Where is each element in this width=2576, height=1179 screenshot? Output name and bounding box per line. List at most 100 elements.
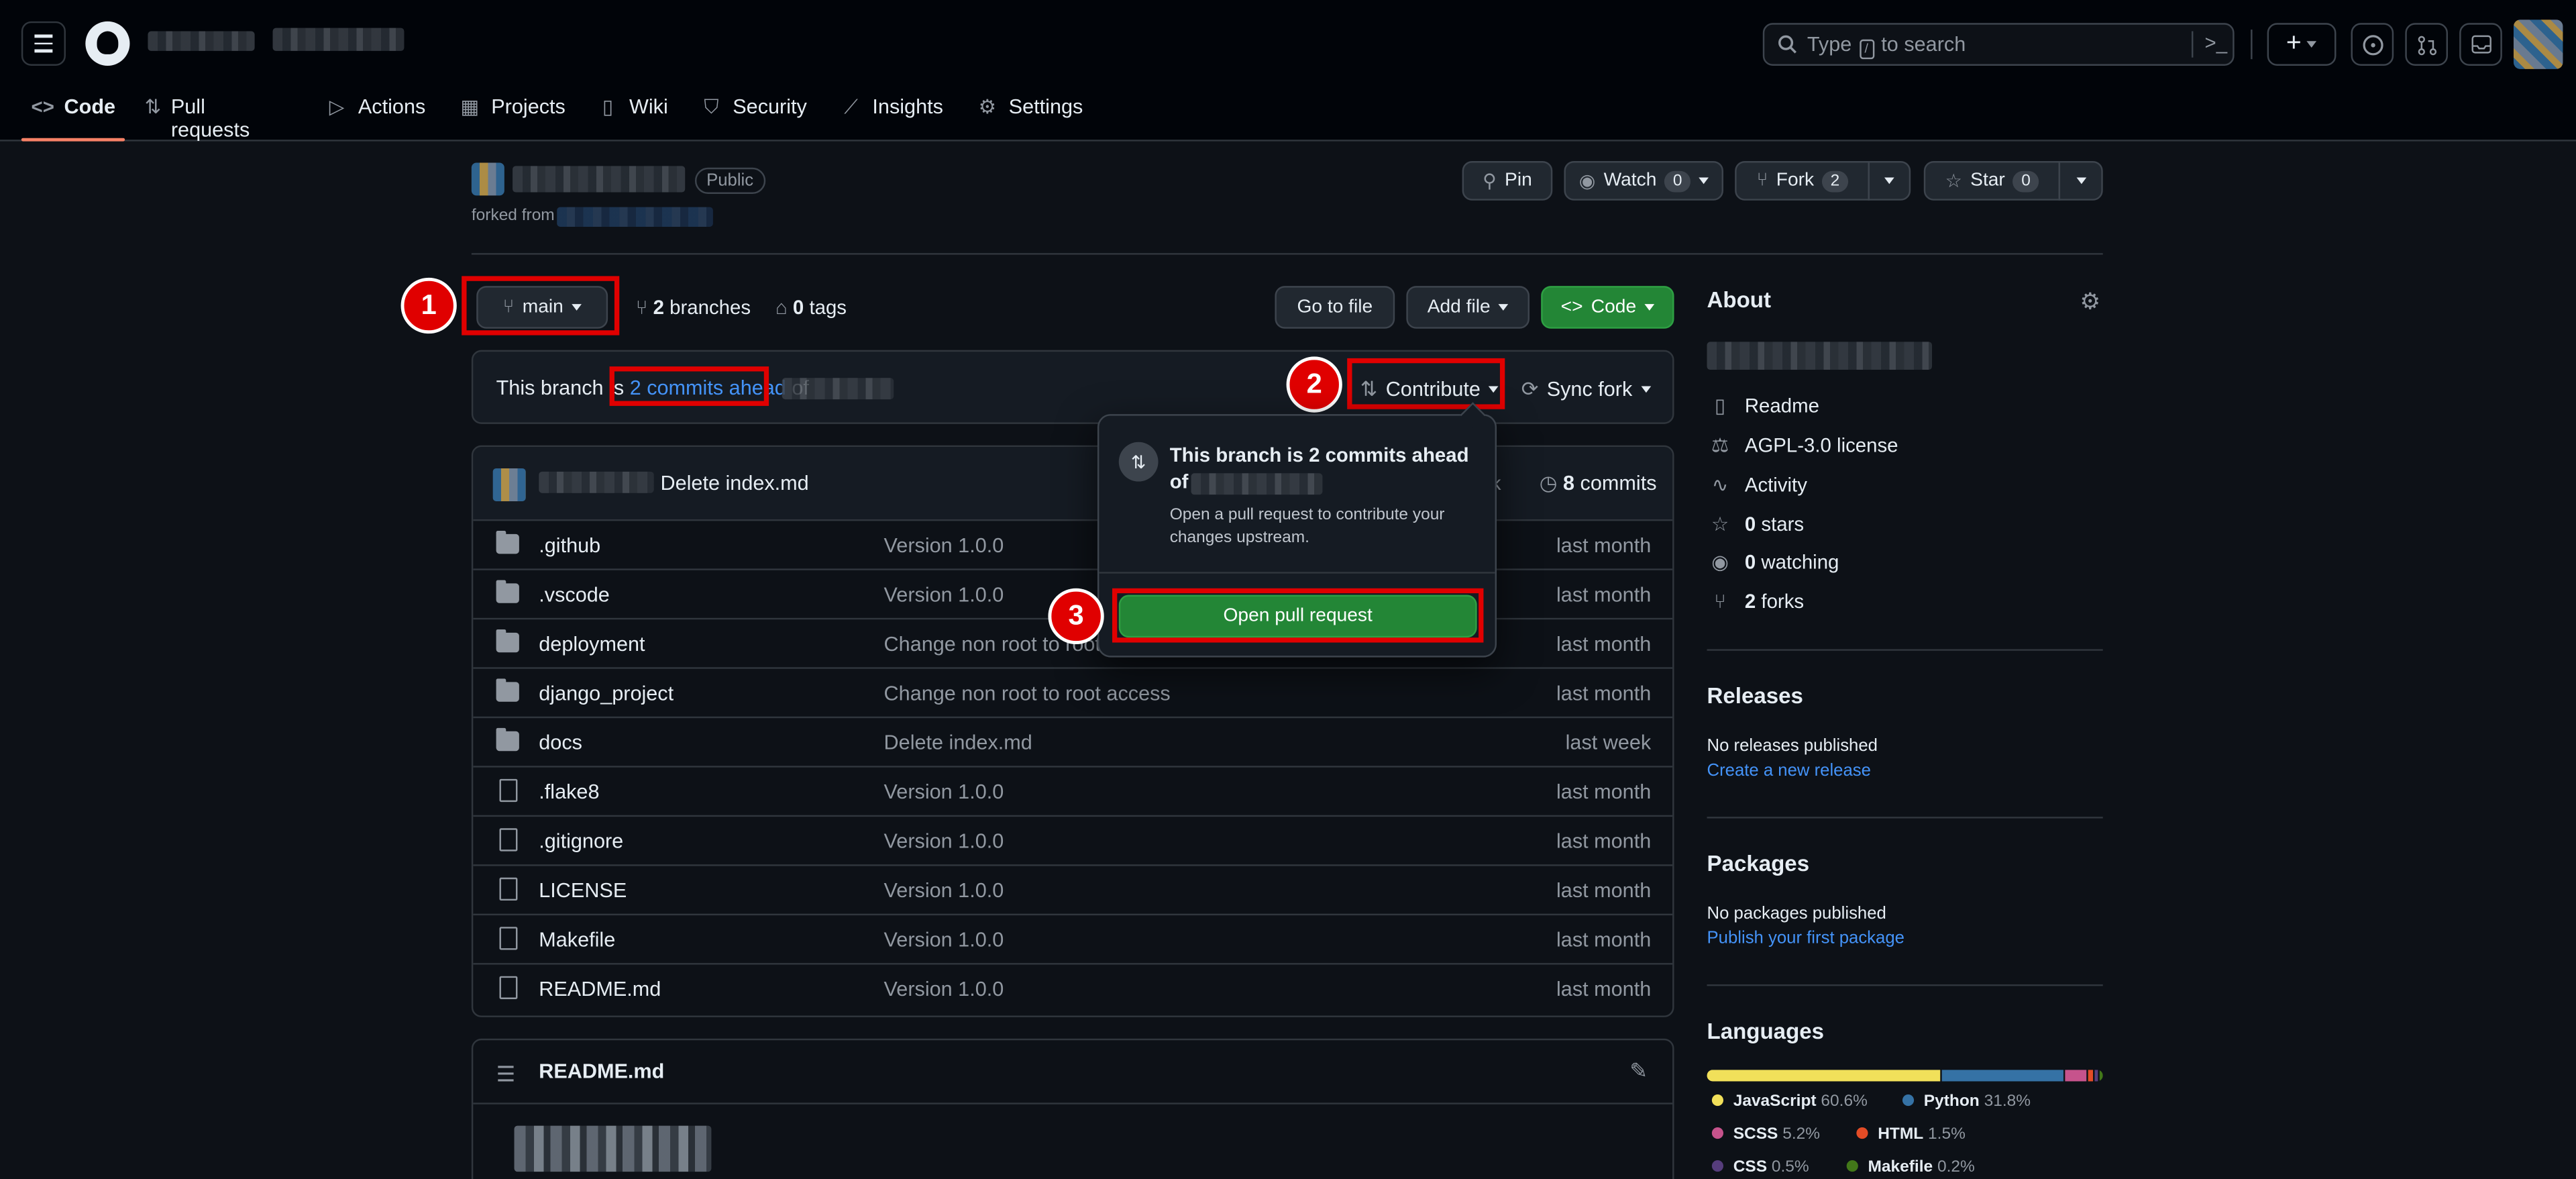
chevron-down-icon [1884, 177, 1894, 185]
languages-heading: Languages [1707, 1019, 1825, 1044]
go-to-file-button[interactable]: Go to file [1275, 286, 1395, 329]
chevron-down-icon [1640, 385, 1651, 393]
publish-package-link[interactable]: Publish your first package [1707, 929, 1904, 948]
tags-link[interactable]: ⌂ 0 tags [775, 296, 847, 319]
packages-heading[interactable]: Packages [1707, 852, 1810, 876]
tab-security[interactable]: ⛉ Security [700, 87, 806, 142]
highlight-commits-ahead [609, 366, 769, 406]
highlight-contribute [1347, 358, 1505, 409]
file-row[interactable]: .gitignore Version 1.0.0 last month [473, 815, 1673, 864]
owner-name-redacted[interactable] [148, 31, 255, 51]
branches-link[interactable]: ⑂ 2 branches [636, 296, 751, 319]
about-heading: About [1707, 287, 1771, 313]
file-icon [499, 976, 518, 999]
global-header: Type / to search >_ + <> Code ⇅ Pull reque… [0, 0, 2576, 142]
readme-title[interactable]: README.md [539, 1060, 664, 1083]
tab-wiki[interactable]: ▯ Wiki [596, 87, 668, 142]
stars-link[interactable]: ☆ 0 stars [1709, 513, 1804, 535]
file-row[interactable]: README.md Version 1.0.0 last month [473, 963, 1673, 1012]
file-row[interactable]: Makefile Version 1.0.0 last month [473, 913, 1673, 963]
user-avatar[interactable] [2513, 19, 2563, 69]
pull-requests-icon[interactable] [2405, 23, 2449, 66]
code-button[interactable]: <> Code [1541, 286, 1674, 329]
fork-dropdown-button[interactable] [1868, 161, 1911, 201]
language-bar-segment [1707, 1070, 1940, 1082]
language-bar-segment [2094, 1070, 2098, 1082]
visibility-badge: Public [694, 167, 765, 194]
language-item[interactable]: JavaScript 60.6% [1711, 1093, 1868, 1111]
file-row[interactable]: docs Delete index.md last week [473, 716, 1673, 766]
language-item[interactable]: HTML 1.5% [1856, 1126, 1966, 1144]
upstream-branch-redacted[interactable] [782, 378, 894, 400]
repo-name-redacted[interactable] [272, 28, 405, 51]
pin-icon: ⚲ [1483, 172, 1497, 193]
star-button[interactable]: ☆ Star 0 [1923, 161, 2061, 201]
list-icon[interactable]: ☰ [496, 1062, 516, 1088]
divider [1707, 649, 2103, 651]
sync-fork-button[interactable]: ⟳ Sync fork [1521, 376, 1651, 401]
github-logo-icon[interactable] [85, 21, 130, 66]
tab-code[interactable]: <> Code [21, 87, 126, 142]
file-row[interactable]: LICENSE Version 1.0.0 last month [473, 864, 1673, 913]
upstream-repo-link-redacted[interactable] [557, 207, 713, 227]
repo-title-redacted[interactable] [513, 166, 686, 193]
pin-button[interactable]: ⚲ Pin [1462, 161, 1553, 201]
star-icon: ☆ [1711, 513, 1729, 536]
language-item[interactable]: SCSS 5.2% [1711, 1126, 1820, 1144]
license-link[interactable]: ⚖ AGPL-3.0 license [1709, 434, 1898, 457]
no-releases-text: No releases published [1707, 736, 1878, 756]
command-palette-icon[interactable]: >_ [2205, 32, 2228, 54]
language-item[interactable]: CSS 0.5% [1711, 1159, 1809, 1176]
shield-icon: ⛉ [704, 95, 719, 119]
fork-button[interactable]: ⑂ Fork 2 [1735, 161, 1870, 201]
star-dropdown-button[interactable] [2058, 161, 2103, 201]
tab-pull-requests[interactable]: ⇅ Pull requests [145, 87, 256, 142]
search-placeholder: Type [1807, 32, 1852, 56]
tab-actions[interactable]: ▷ Actions [325, 87, 426, 142]
star-icon: ☆ [1945, 172, 1962, 193]
inbox-icon[interactable] [2459, 23, 2502, 66]
commits-history-link[interactable]: ◷ 8 commits [1540, 470, 1657, 495]
file-icon [499, 828, 518, 852]
divider [473, 1103, 1673, 1105]
folder-icon [496, 580, 519, 603]
pencil-icon[interactable]: ✎ [1629, 1058, 1648, 1084]
forks-link[interactable]: ⑂ 2 forks [1709, 590, 1804, 613]
gear-icon[interactable]: ⚙ [2080, 288, 2100, 316]
tab-projects[interactable]: ▦ Projects [458, 87, 566, 142]
file-row[interactable]: .flake8 Version 1.0.0 last month [473, 766, 1673, 815]
file-icon [499, 778, 518, 803]
language-bar-segment [2065, 1070, 2086, 1082]
owner-avatar [471, 162, 504, 196]
file-row[interactable]: django_project Change non root to root ac… [473, 667, 1673, 716]
book-icon: ▯ [602, 95, 614, 119]
latest-commit-message[interactable]: Delete index.md [660, 472, 808, 495]
add-file-button[interactable]: Add file [1406, 286, 1530, 329]
folder-icon [496, 629, 519, 653]
create-release-link[interactable]: Create a new release [1707, 761, 1871, 780]
activity-link[interactable]: ∿ Activity [1709, 473, 1807, 496]
committer-name-redacted[interactable] [539, 471, 654, 493]
watching-link[interactable]: ◉ 0 watching [1709, 550, 1839, 573]
tab-insights[interactable]: ⟋ Insights [839, 87, 943, 142]
releases-heading[interactable]: Releases [1707, 684, 1803, 709]
language-bar-segment [1941, 1070, 2064, 1082]
language-item[interactable]: Makefile 0.2% [1846, 1159, 1975, 1176]
language-item[interactable]: Python 31.8% [1902, 1093, 2031, 1111]
popover-description: Open a pull request to contribute your ch… [1169, 506, 1445, 548]
tab-settings[interactable]: ⚙ Settings [976, 87, 1083, 142]
search-input[interactable]: Type / to search >_ [1762, 23, 2235, 66]
divider [1099, 572, 1495, 574]
create-new-button[interactable]: + [2267, 23, 2337, 66]
eye-icon: ◉ [1578, 172, 1596, 193]
readme-link[interactable]: ▯ Readme [1709, 395, 1819, 417]
committer-avatar[interactable] [492, 468, 526, 501]
step-1-marker: 1 [400, 277, 457, 334]
book-icon: ▯ [1714, 394, 1726, 418]
step-3-marker: 3 [1048, 588, 1104, 645]
divider [1707, 984, 2103, 986]
issues-icon[interactable] [2351, 23, 2394, 66]
folder-icon [496, 678, 519, 702]
watch-button[interactable]: ◉ Watch 0 [1564, 161, 1724, 201]
menu-button[interactable] [21, 21, 66, 66]
